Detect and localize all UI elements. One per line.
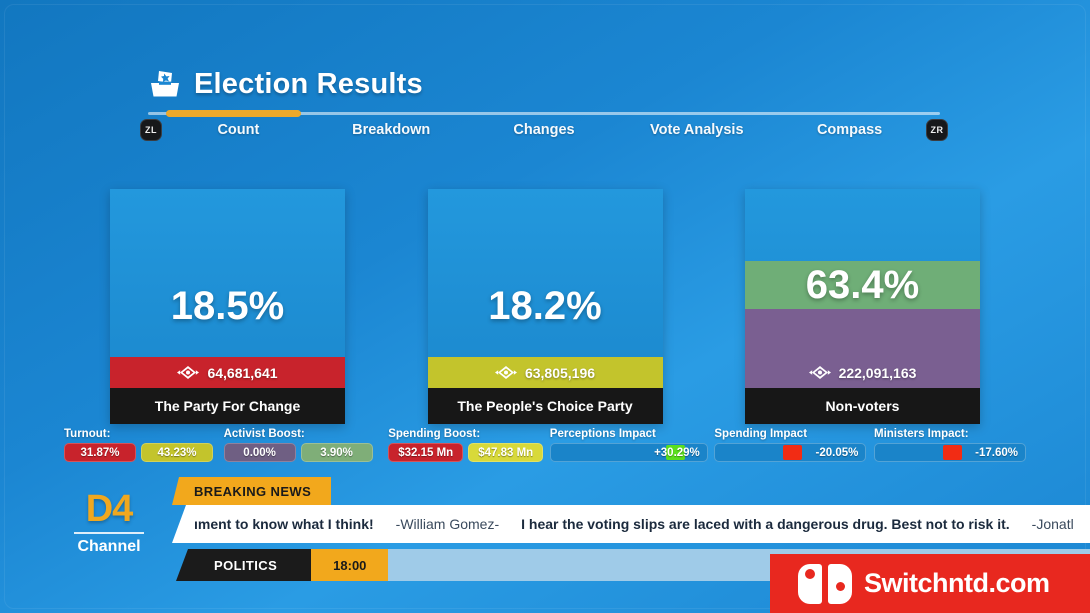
- ballot-box-icon: [148, 69, 182, 99]
- impact-value: -17.60%: [975, 446, 1018, 459]
- ticker-quote: I hear the voting slips are laced with a…: [521, 516, 1010, 532]
- news-ticker-inner: ıment to know what I think! -William Gom…: [172, 516, 1074, 532]
- news-ticker: ıment to know what I think! -William Gom…: [172, 505, 1090, 543]
- page-title: Election Results: [194, 67, 423, 100]
- party-percent: 18.5%: [170, 284, 285, 328]
- party-name: Non-voters: [825, 398, 900, 414]
- breaking-news-tag: BREAKING NEWS: [172, 477, 332, 505]
- party-vote-count: 222,091,163: [838, 364, 917, 381]
- site-watermark: Switchntd.com: [770, 554, 1090, 613]
- nonvoter-green-band: 63.4%: [745, 261, 980, 309]
- switch-right-dot-icon: [835, 582, 845, 591]
- watermark-text: Switchntd.com: [864, 568, 1050, 598]
- party-percent: 63.4%: [805, 262, 920, 307]
- stat-label: Spending Boost:: [388, 428, 481, 440]
- ticker-quote: ıment to know what I think!: [194, 516, 374, 532]
- party-name: The People's Choice Party: [457, 398, 633, 414]
- impact-track: -20.05%: [714, 443, 867, 462]
- impact-marker: [942, 445, 962, 460]
- party-vote-bar: 63,805,196: [427, 357, 663, 388]
- stat-turnout: Turnout: 31.87% 43.23%: [64, 428, 224, 462]
- stat-pill-row: 0.00% 3.90%: [223, 443, 389, 462]
- stat-perceptions-impact: Perceptions Impact +30.29%: [549, 428, 715, 462]
- zl-trigger-button[interactable]: ZL: [140, 119, 162, 141]
- party-card[interactable]: 18.5% 64,681,641 The Party For Change: [110, 189, 345, 424]
- stat-label: Spending Impact: [714, 428, 808, 440]
- vote-icon: [494, 365, 517, 380]
- stat-spending-boost: Spending Boost: $32.15 Mn $47.83 Mn: [388, 428, 550, 462]
- channel-logo: D4 Channel: [68, 490, 150, 556]
- party-vote-bar: 222,091,163: [745, 357, 980, 388]
- results-cards: 18.5% 64,681,641 The Party For Change 18…: [110, 189, 980, 424]
- party-vote-count: 64,681,641: [207, 364, 278, 381]
- party-name-bar: Non-voters: [745, 388, 980, 424]
- channel-logo-text: D4: [85, 488, 134, 530]
- stat-label: Activist Boost:: [223, 428, 305, 440]
- stat-value-pill: $47.83 Mn: [468, 443, 544, 462]
- stat-value-pill: $32.15 Mn: [388, 443, 464, 462]
- stat-label: Ministers Impact:: [874, 428, 969, 440]
- stat-value-pill: 43.23%: [141, 443, 213, 462]
- stat-label: Perceptions Impact: [549, 428, 656, 440]
- party-name-bar: The People's Choice Party: [427, 388, 663, 424]
- tab-count[interactable]: Count: [162, 122, 315, 138]
- switch-left-joycon-icon: [798, 563, 822, 604]
- tab-changes[interactable]: Changes: [468, 122, 621, 138]
- tab-breakdown[interactable]: Breakdown: [315, 122, 468, 138]
- tab-compass[interactable]: Compass: [773, 122, 926, 138]
- switch-left-dot-icon: [805, 568, 815, 579]
- stat-pill-row: $32.15 Mn $47.83 Mn: [388, 443, 550, 462]
- stat-pill-row: 31.87% 43.23%: [64, 443, 224, 462]
- page-header: Election Results: [148, 62, 940, 117]
- stat-value-pill: 31.87%: [64, 443, 136, 462]
- impact-value: -20.05%: [815, 446, 859, 459]
- news-category: POLITICS: [176, 549, 312, 581]
- vote-icon: [177, 365, 200, 380]
- impact-value: +30.29%: [654, 446, 700, 459]
- news-time: 18:00: [311, 549, 389, 581]
- stats-strip: Turnout: 31.87% 43.23% Activist Boost: 0…: [64, 428, 1026, 468]
- stat-spending-impact: Spending Impact -20.05%: [714, 428, 874, 462]
- ticker-attribution: -William Gomez-: [395, 516, 500, 532]
- impact-track: +30.29%: [549, 443, 708, 462]
- tab-bar[interactable]: ZL Count Breakdown Changes Vote Analysis…: [140, 118, 948, 142]
- stat-activist-boost: Activist Boost: 0.00% 3.90%: [223, 428, 389, 462]
- party-name-bar: The Party For Change: [110, 388, 345, 424]
- party-name: The Party For Change: [154, 398, 301, 414]
- active-tab-indicator: [166, 110, 301, 117]
- party-vote-count: 63,805,196: [524, 364, 596, 381]
- party-vote-bar: 64,681,641: [110, 357, 345, 388]
- vote-icon: [808, 365, 831, 380]
- switch-right-joycon-icon: [828, 563, 852, 604]
- impact-track: -17.60%: [874, 443, 1026, 462]
- title-underline: [148, 110, 940, 117]
- channel-logo-rule: [74, 532, 144, 534]
- stat-ministers-impact: Ministers Impact: -17.60%: [874, 428, 1026, 462]
- stat-value-pill: 3.90%: [300, 443, 373, 462]
- party-card[interactable]: 63.4% 222,091,163 Non-voters: [745, 189, 980, 424]
- channel-logo-sub: Channel: [77, 538, 141, 555]
- tab-vote-analysis[interactable]: Vote Analysis: [620, 122, 773, 138]
- party-percent: 18.2%: [488, 284, 602, 328]
- zr-trigger-button[interactable]: ZR: [925, 119, 948, 141]
- switch-logo-icon: [798, 563, 852, 604]
- impact-marker: [782, 445, 802, 460]
- stat-label: Turnout:: [64, 428, 111, 440]
- ticker-attribution: -Jonatl: [1031, 516, 1074, 532]
- stat-value-pill: 0.00%: [223, 443, 296, 462]
- party-card[interactable]: 18.2% 63,805,196 The People's Choice Par…: [427, 189, 663, 424]
- title-row: Election Results: [148, 62, 940, 106]
